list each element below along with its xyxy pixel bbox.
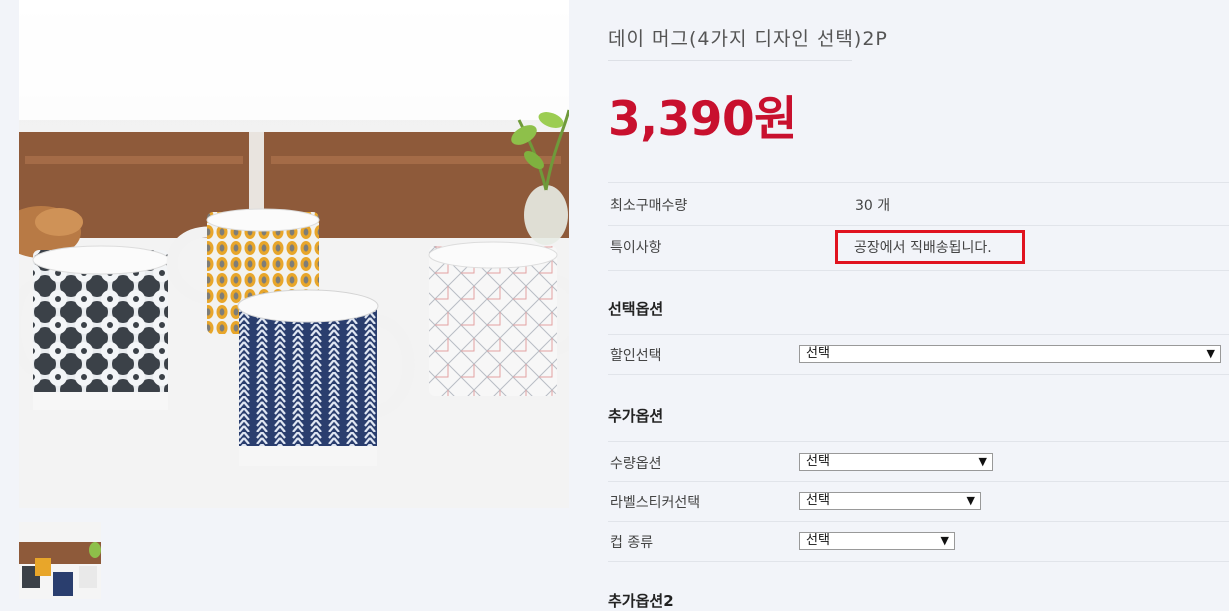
discount-label: 할인선택 — [610, 348, 662, 364]
qty-option-select[interactable]: 선택 ▼ — [799, 453, 993, 471]
product-thumbnail[interactable] — [19, 522, 101, 599]
extra-options2-title: 추가옵션2 — [608, 592, 674, 610]
cup-type-label: 컵 종류 — [610, 535, 654, 551]
chevron-down-icon: ▼ — [966, 494, 975, 507]
cup-type-selected: 선택 — [806, 533, 830, 548]
qty-option-selected: 선택 — [806, 454, 830, 469]
discount-selected: 선택 — [806, 346, 830, 361]
label-sticker-selected: 선택 — [806, 493, 830, 508]
label-sticker-row: 라벨스티커선택 선택 ▼ — [608, 481, 1229, 522]
discount-select[interactable]: 선택 ▼ — [799, 345, 1221, 363]
cup-type-select[interactable]: 선택 ▼ — [799, 532, 955, 550]
label-sticker-select[interactable]: 선택 ▼ — [799, 492, 981, 510]
discount-row: 할인선택 선택 ▼ — [608, 334, 1229, 375]
product-main-image — [19, 0, 569, 508]
product-price: 3,390원 — [608, 92, 797, 147]
options-divider — [608, 270, 1229, 331]
min-purchase-label: 최소구매수량 — [610, 198, 688, 214]
qty-option-label: 수량옵션 — [610, 456, 662, 472]
min-purchase-row: 최소구매수량 30 개 — [608, 182, 1229, 226]
chevron-down-icon: ▼ — [1206, 347, 1215, 360]
extra-divider — [608, 374, 1229, 435]
qty-option-row: 수량옵션 선택 ▼ — [608, 441, 1229, 482]
special-note-value: 공장에서 직배송됩니다. — [854, 240, 992, 256]
select-options-title: 선택옵션 — [608, 300, 664, 318]
product-title: 데이 머그(4가지 디자인 선택)2P — [608, 28, 888, 50]
extra-options-title: 추가옵션 — [608, 407, 664, 425]
mug-photo — [19, 0, 569, 508]
extra2-divider — [608, 561, 1229, 600]
special-note-label: 특이사항 — [610, 240, 662, 256]
cup-type-row: 컵 종류 선택 ▼ — [608, 521, 1229, 562]
title-divider — [608, 60, 852, 61]
product-info: 데이 머그(4가지 디자인 선택)2P 3,390원 최소구매수량 30 개 특… — [608, 0, 1229, 610]
chevron-down-icon: ▼ — [940, 534, 949, 547]
thumbnail-photo — [19, 522, 101, 599]
min-purchase-value: 30 개 — [855, 198, 891, 214]
chevron-down-icon: ▼ — [978, 455, 987, 468]
product-gallery — [19, 0, 569, 599]
label-sticker-label: 라벨스티커선택 — [610, 495, 701, 511]
